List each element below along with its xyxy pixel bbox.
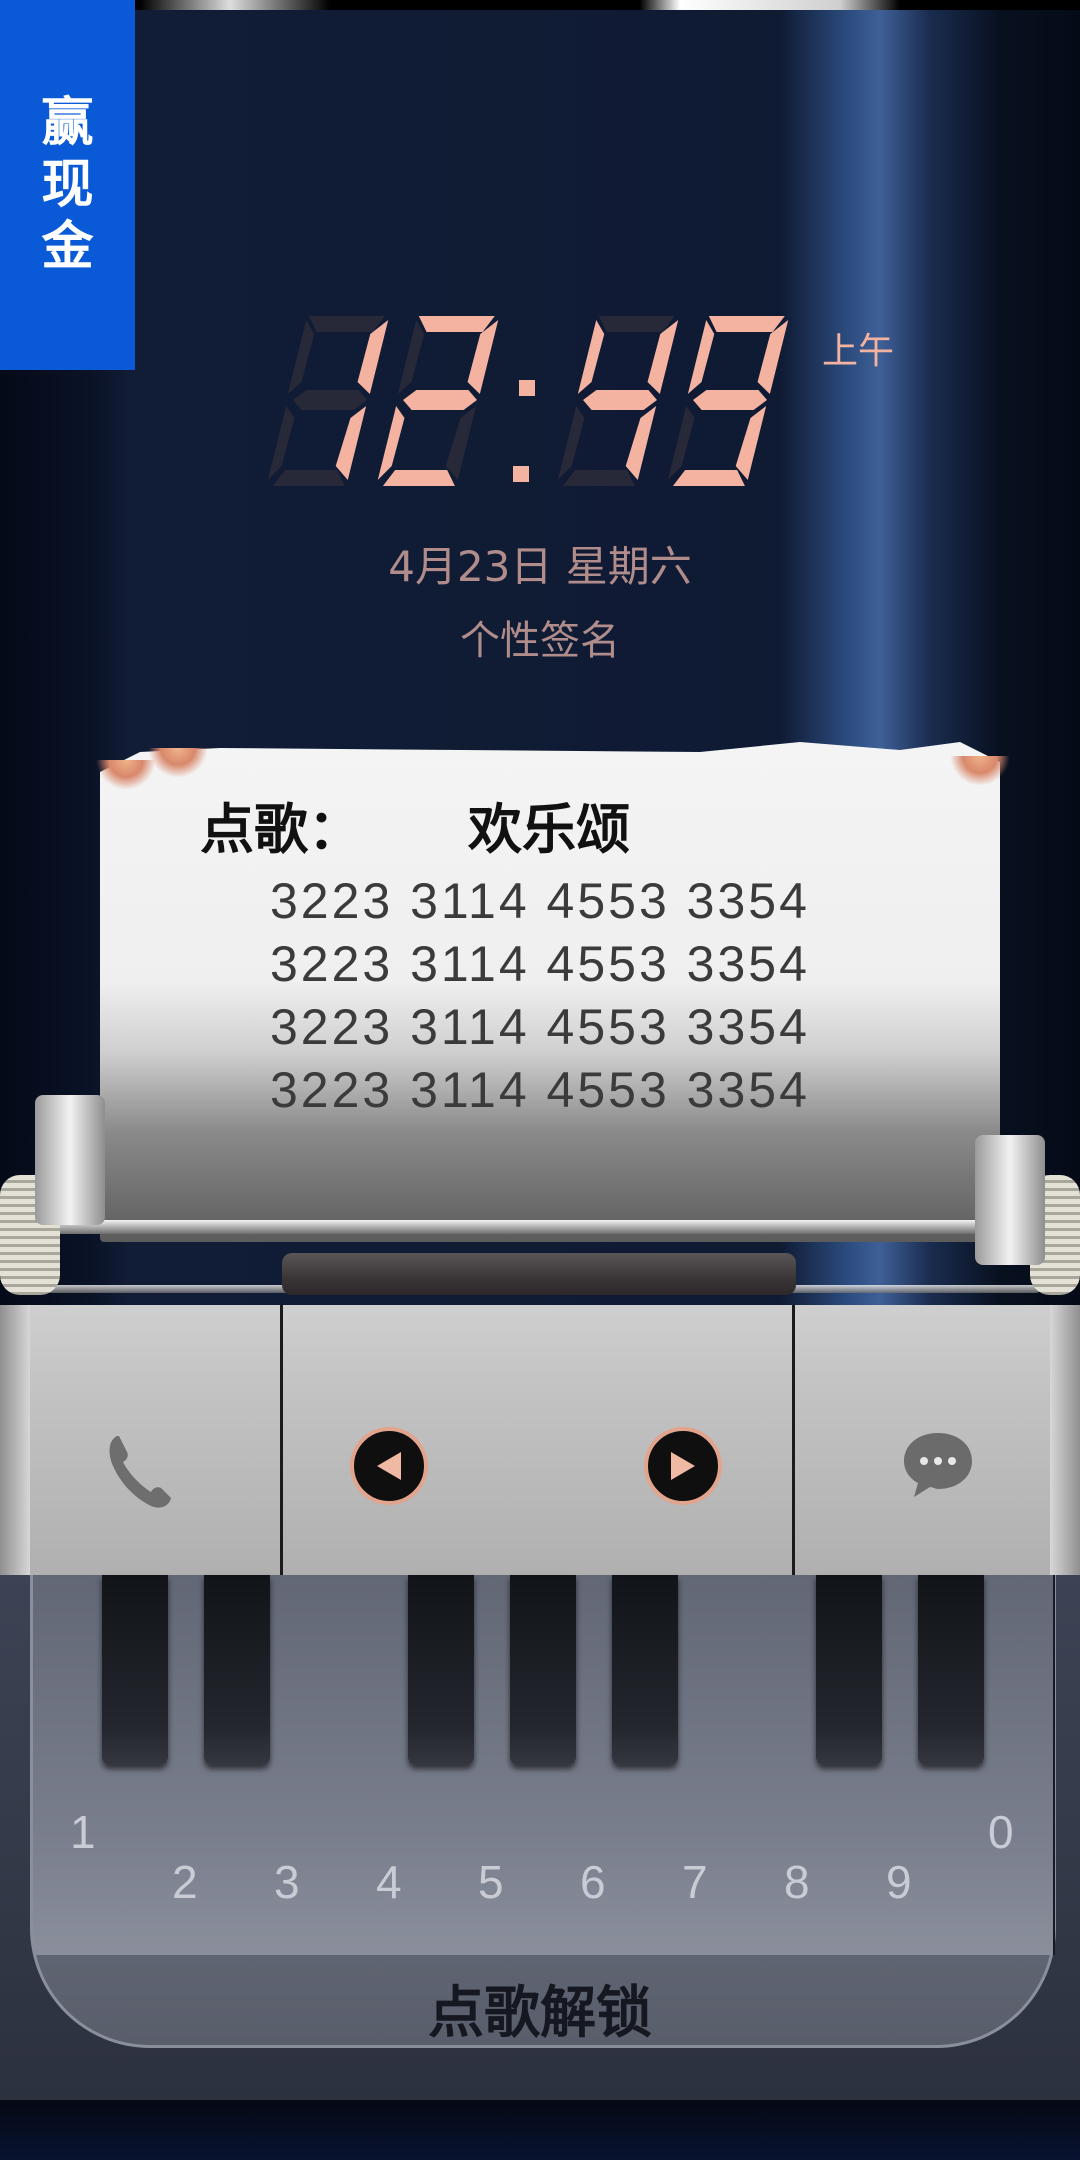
- key-label: 8: [784, 1856, 810, 1908]
- key-label: 0: [988, 1806, 1014, 1858]
- signature-label: 个性签名: [460, 618, 620, 664]
- piano-black-key[interactable]: [102, 1575, 168, 1765]
- panel-divider: [280, 1305, 283, 1575]
- key-label: 6: [580, 1856, 606, 1908]
- piano-black-key[interactable]: [816, 1575, 882, 1765]
- piano-black-key[interactable]: [204, 1575, 270, 1765]
- note-row: 3223 3114 4553 3354: [270, 999, 810, 1055]
- song-name: 欢乐颂: [468, 798, 630, 861]
- message-icon[interactable]: [900, 1427, 976, 1503]
- clock-digit: [377, 310, 500, 490]
- promo-char: 金: [41, 217, 94, 277]
- phone-icon[interactable]: [95, 1425, 185, 1515]
- piano-black-key[interactable]: [918, 1575, 984, 1765]
- note-row: 3223 3114 4553 3354: [270, 936, 810, 992]
- bottom-bar: [0, 2100, 1080, 2160]
- play-right-icon[interactable]: [644, 1427, 722, 1505]
- control-panel: [0, 1305, 1080, 1575]
- piano-black-key[interactable]: [408, 1575, 474, 1765]
- platen-roller: [282, 1253, 796, 1295]
- key-label: 5: [478, 1856, 504, 1908]
- key-label: 3: [274, 1856, 300, 1908]
- key-label: 7: [682, 1856, 708, 1908]
- promo-badge[interactable]: 赢 现 金: [0, 0, 135, 370]
- key-label: 4: [376, 1856, 402, 1908]
- clock-colon: [505, 370, 545, 490]
- date-label: 4月23日 星期六: [388, 542, 692, 591]
- key-label: 9: [886, 1856, 912, 1908]
- paper-curl: [96, 760, 156, 790]
- piano-black-key[interactable]: [612, 1575, 678, 1765]
- piano-black-key[interactable]: [510, 1575, 576, 1765]
- top-band: [0, 0, 1080, 10]
- song-label: 点歌：: [200, 798, 362, 861]
- clock-digit: [667, 310, 790, 490]
- note-row: 3223 3114 4553 3354: [270, 873, 810, 929]
- ampm-label: 上午: [822, 331, 895, 372]
- promo-char: 赢: [41, 93, 94, 153]
- paper-curl: [148, 748, 208, 778]
- panel-divider: [792, 1305, 795, 1575]
- panel-edge-left: [0, 1305, 30, 1575]
- song-notes: 3223 3114 4553 3354 3223 3114 4553 3354 …: [270, 870, 870, 1122]
- piano-keyboard: 1 2 3 4 5 6 7 8 9 0: [0, 1575, 1080, 2160]
- panel-edge-right: [1050, 1305, 1080, 1575]
- bracket-left: [35, 1095, 105, 1225]
- key-label: 1: [70, 1806, 96, 1858]
- clock-display: [267, 310, 810, 500]
- promo-char: 现: [41, 155, 94, 215]
- play-left-icon[interactable]: [350, 1427, 428, 1505]
- platen-rod: [40, 1220, 1040, 1234]
- paper-curl: [950, 756, 1010, 786]
- unlock-label: 点歌解锁: [428, 1981, 652, 2046]
- key-label: 2: [172, 1856, 198, 1908]
- bracket-right: [975, 1135, 1045, 1265]
